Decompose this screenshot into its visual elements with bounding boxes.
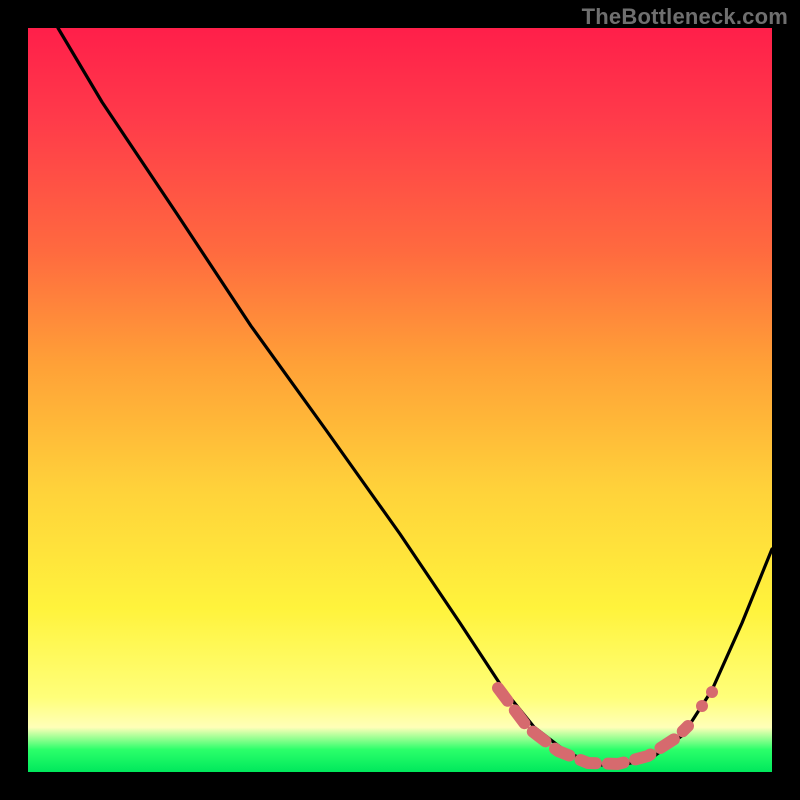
bottleneck-curve (58, 28, 772, 765)
plot-container (28, 28, 772, 772)
chart-frame: TheBottleneck.com (0, 0, 800, 800)
optimal-range-highlight (498, 688, 688, 764)
watermark-text: TheBottleneck.com (582, 4, 788, 30)
highlight-dot (696, 700, 708, 712)
curve-layer (28, 28, 772, 772)
highlight-dot (706, 686, 718, 698)
